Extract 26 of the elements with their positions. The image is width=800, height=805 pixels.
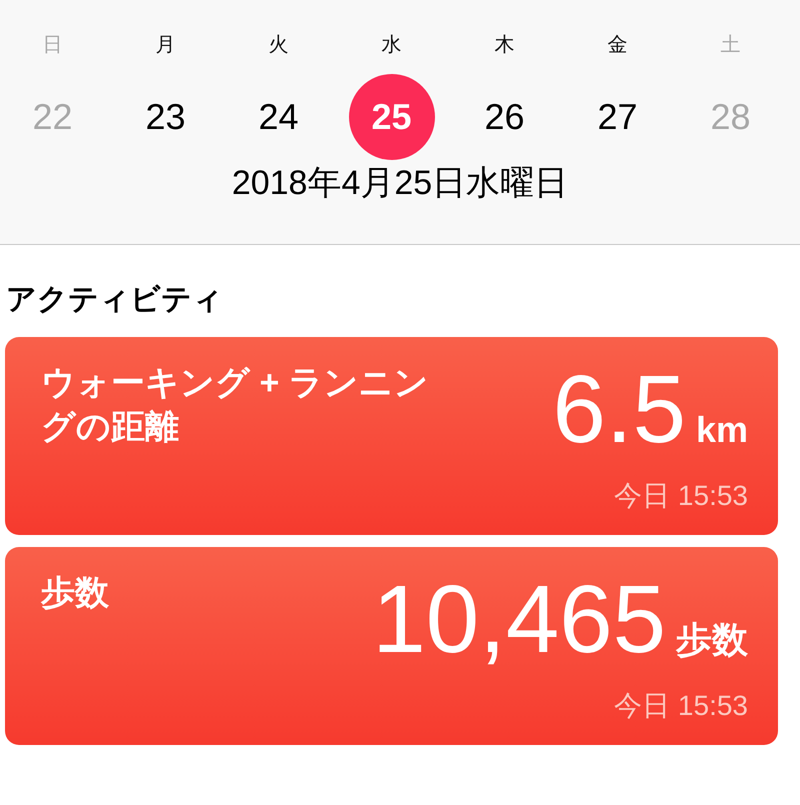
- date-button[interactable]: 25: [348, 74, 434, 160]
- weekday-label: 日: [42, 33, 62, 58]
- date-button[interactable]: 26: [462, 74, 548, 160]
- timestamp: 今日 15:53: [614, 479, 748, 513]
- section-title: アクティビティ: [5, 282, 224, 318]
- metric-unit: km: [696, 409, 748, 451]
- weekday-label: 木: [494, 33, 514, 58]
- weekday-label: 水: [382, 33, 402, 58]
- timestamp: 今日 15:53: [614, 689, 748, 723]
- date-button[interactable]: 23: [122, 74, 208, 160]
- metric-value: 10,465: [372, 565, 666, 675]
- metric-unit: 歩数: [676, 618, 748, 662]
- weekday-label: 火: [268, 33, 288, 58]
- activity-card[interactable]: 歩数 10,465 歩数 今日 15:53: [5, 547, 778, 745]
- date-button[interactable]: 28: [688, 74, 774, 160]
- weekday-label: 土: [720, 33, 740, 58]
- card-title: 歩数: [41, 573, 110, 614]
- weekday-label: 金: [608, 33, 628, 58]
- card-title: ウォーキング + ランニングの距離: [41, 363, 430, 448]
- date-button[interactable]: 27: [574, 74, 660, 160]
- weekday-label: 月: [156, 33, 176, 58]
- metric-value: 6.5: [552, 355, 686, 465]
- date-button[interactable]: 24: [236, 74, 322, 160]
- activity-card[interactable]: ウォーキング + ランニングの距離 6.5 km 今日 15:53: [5, 337, 778, 535]
- date-button[interactable]: 22: [10, 74, 96, 160]
- selected-date-label: 2018年4月25日水曜日: [230, 163, 570, 204]
